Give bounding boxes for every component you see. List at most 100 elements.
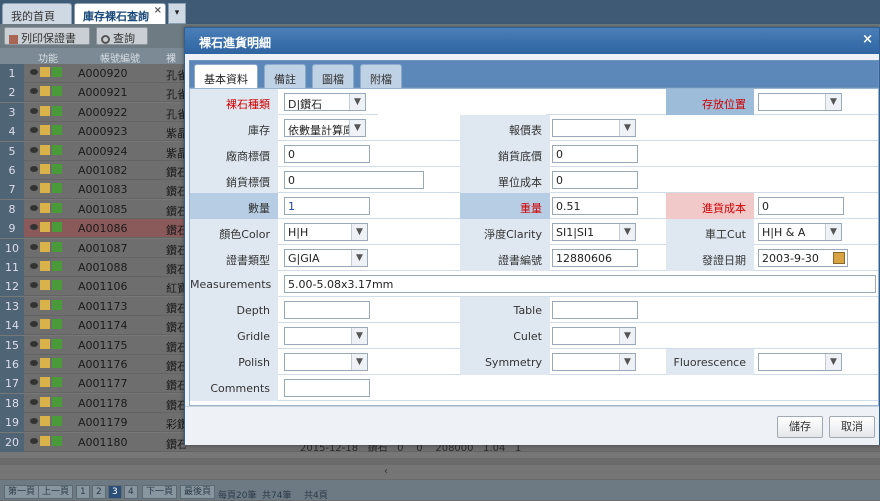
view-icon[interactable]: [30, 282, 38, 289]
stock-icon[interactable]: [52, 202, 62, 213]
view-icon[interactable]: [30, 398, 38, 405]
edit-icon[interactable]: [40, 338, 50, 349]
horizontal-scrollbar[interactable]: ‹: [0, 465, 880, 479]
edit-icon[interactable]: [40, 144, 50, 155]
edit-icon[interactable]: [40, 358, 50, 368]
stock-icon[interactable]: [52, 183, 62, 194]
edit-icon[interactable]: [40, 183, 50, 194]
view-icon[interactable]: [30, 204, 38, 211]
view-icon[interactable]: [30, 263, 38, 269]
view-icon[interactable]: [30, 127, 38, 134]
stock-icon[interactable]: [52, 241, 62, 252]
stock-icon[interactable]: [52, 125, 62, 136]
edit-icon[interactable]: [40, 222, 50, 233]
stock-icon[interactable]: [52, 396, 62, 407]
stock-icon[interactable]: [52, 358, 62, 368]
qty-input[interactable]: 1: [284, 197, 370, 215]
weight-input[interactable]: 0.51: [552, 197, 638, 215]
view-icon[interactable]: [30, 340, 38, 347]
pager-next-button[interactable]: 下一頁: [142, 485, 178, 499]
tab-home[interactable]: 我的首頁: [2, 3, 72, 24]
scroll-left-icon[interactable]: ‹: [384, 466, 388, 477]
tab-attachments[interactable]: 附檔: [360, 64, 402, 89]
edit-icon[interactable]: [40, 377, 50, 388]
edit-icon[interactable]: [40, 125, 50, 136]
symmetry-select[interactable]: ▼: [552, 353, 636, 371]
tab-menu-button[interactable]: ▾: [168, 3, 186, 24]
stock-icon[interactable]: [52, 144, 62, 155]
edit-icon[interactable]: [40, 319, 50, 330]
view-icon[interactable]: [30, 146, 38, 153]
comments-input[interactable]: [284, 379, 370, 397]
polish-select[interactable]: ▼: [284, 353, 368, 371]
view-icon[interactable]: [30, 107, 38, 114]
edit-icon[interactable]: [40, 164, 50, 174]
view-icon[interactable]: [30, 243, 38, 250]
view-icon[interactable]: [30, 301, 38, 308]
stock-icon[interactable]: [52, 377, 62, 388]
stone-type-select[interactable]: D|鑽石 ▼: [284, 93, 366, 111]
edit-icon[interactable]: [40, 396, 50, 407]
pager-last-button[interactable]: 最後頁: [180, 485, 216, 499]
close-icon[interactable]: ×: [862, 32, 873, 47]
edit-icon[interactable]: [40, 105, 50, 116]
pager-prev-button[interactable]: 上一頁: [38, 485, 74, 499]
stock-icon[interactable]: [52, 164, 62, 174]
stock-icon[interactable]: [52, 416, 62, 427]
color-select[interactable]: H|H ▼: [284, 223, 368, 241]
stock-icon[interactable]: [52, 338, 62, 349]
issue-date-input[interactable]: 2003-9-30: [758, 249, 848, 267]
edit-icon[interactable]: [40, 435, 50, 446]
stock-icon[interactable]: [52, 105, 62, 116]
stock-icon[interactable]: [52, 222, 62, 233]
clarity-select[interactable]: SI1|SI1 ▼: [552, 223, 636, 241]
cert-type-select[interactable]: G|GIA ▼: [284, 249, 368, 267]
measurements-input[interactable]: 5.00-5.08x3.17mm: [284, 275, 876, 293]
view-icon[interactable]: [30, 418, 38, 425]
close-icon[interactable]: ×: [154, 5, 162, 16]
pager-page-2[interactable]: 2: [92, 485, 106, 499]
stock-icon[interactable]: [52, 86, 62, 97]
edit-icon[interactable]: [40, 67, 50, 77]
tab-basic-info[interactable]: 基本資料: [194, 64, 258, 90]
edit-icon[interactable]: [40, 299, 50, 310]
vendor-price-input[interactable]: 0: [284, 145, 370, 163]
location-select[interactable]: ▼: [758, 93, 842, 111]
view-icon[interactable]: [30, 224, 38, 231]
view-icon[interactable]: [30, 360, 38, 366]
sale-price-input[interactable]: 0: [284, 171, 424, 189]
tab-images[interactable]: 圖檔: [312, 64, 354, 89]
stock-icon[interactable]: [52, 67, 62, 77]
stock-icon[interactable]: [52, 280, 62, 291]
pager-page-1[interactable]: 1: [76, 485, 90, 499]
edit-icon[interactable]: [40, 86, 50, 97]
table-input[interactable]: [552, 301, 638, 319]
query-button[interactable]: 查詢: [96, 27, 148, 45]
unit-cost-input[interactable]: 0: [552, 171, 638, 189]
stock-icon[interactable]: [52, 435, 62, 446]
depth-input[interactable]: [284, 301, 370, 319]
girdle-select[interactable]: ▼: [284, 327, 368, 345]
pager-first-button[interactable]: 第一頁: [4, 485, 40, 499]
cut-select[interactable]: H|H & A ▼: [758, 223, 842, 241]
edit-icon[interactable]: [40, 202, 50, 213]
view-icon[interactable]: [30, 166, 38, 172]
view-icon[interactable]: [30, 88, 38, 95]
view-icon[interactable]: [30, 437, 38, 444]
calendar-icon[interactable]: [833, 252, 845, 264]
view-icon[interactable]: [30, 321, 38, 328]
stock-icon[interactable]: [52, 299, 62, 310]
sale-floor-input[interactable]: 0: [552, 145, 638, 163]
edit-icon[interactable]: [40, 261, 50, 271]
stock-icon[interactable]: [52, 261, 62, 271]
stock-select[interactable]: 依數量計算庫存 ▼: [284, 119, 366, 137]
edit-icon[interactable]: [40, 280, 50, 291]
quote-select[interactable]: ▼: [552, 119, 636, 137]
cost-input[interactable]: 0: [758, 197, 844, 215]
pager-page-4[interactable]: 4: [124, 485, 138, 499]
tab-stone-query[interactable]: 庫存裸石查詢 ×: [74, 3, 166, 24]
save-button[interactable]: 儲存: [777, 416, 823, 438]
edit-icon[interactable]: [40, 416, 50, 427]
view-icon[interactable]: [30, 185, 38, 192]
print-certificate-button[interactable]: 列印保證書: [4, 27, 90, 45]
